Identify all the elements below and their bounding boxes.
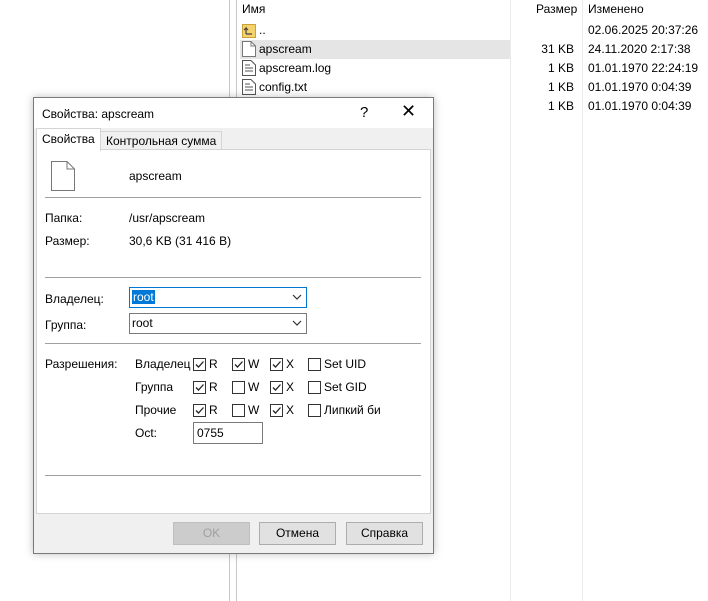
list-item-apscream-meta: 31 KB 24.11.2020 2:17:38 — [240, 40, 708, 59]
file-modified: 24.11.2020 2:17:38 — [588, 42, 691, 56]
chevron-down-icon — [292, 291, 302, 301]
perm-row-label: Прочие — [135, 403, 177, 417]
file-name-label: apscream — [129, 169, 182, 183]
cancel-button[interactable]: Отмена — [259, 522, 336, 545]
file-size: 1 KB — [547, 80, 574, 94]
file-icon — [51, 161, 75, 194]
divider — [45, 343, 421, 344]
permissions-label: Разрешения: — [45, 357, 118, 371]
file-modified: 02.06.2025 20:37:26 — [588, 23, 699, 37]
owner-label: Владелец: — [45, 292, 104, 306]
owner-value: root — [132, 290, 155, 304]
perm-x-label: X — [286, 380, 295, 394]
folder-value: /usr/apscream — [129, 211, 206, 225]
perm-r-label: R — [209, 357, 218, 371]
perm-special-label: Set UID — [324, 357, 367, 371]
dialog-title: Свойства: apscream — [42, 107, 155, 121]
help-button[interactable]: Справка — [346, 522, 423, 545]
column-header-size[interactable]: Размер — [536, 2, 577, 16]
perm-special-checkbox[interactable] — [308, 404, 321, 417]
perm-special-label: Липкий би — [324, 403, 381, 417]
properties-panel: apscream Папка: /usr/apscream Размер: 30… — [36, 149, 431, 514]
perm-x-label: X — [286, 403, 295, 417]
log-file-icon — [242, 60, 256, 76]
perm-w-label: W — [248, 357, 260, 371]
help-icon[interactable]: ? — [360, 104, 368, 121]
owner-select[interactable]: root — [129, 287, 307, 308]
file-modified: 01.01.1970 0:04:39 — [588, 80, 692, 94]
octal-input[interactable]: 0755 — [193, 422, 263, 444]
close-icon[interactable]: ✕ — [401, 101, 416, 122]
divider — [45, 475, 421, 476]
tab-checksum[interactable]: Контрольная сумма — [100, 131, 223, 151]
perm-x-label: X — [286, 357, 295, 371]
size-value: 30,6 KB (31 416 B) — [129, 234, 232, 248]
perm-w-label: W — [248, 380, 260, 394]
file-modified: 01.01.1970 0:04:39 — [588, 99, 692, 113]
ok-button[interactable]: OK — [173, 522, 250, 545]
properties-dialog: Свойства: apscream ? ✕ Свойства Контроль… — [33, 97, 434, 554]
divider — [45, 277, 421, 278]
octal-value: 0755 — [197, 426, 224, 440]
dialog-titlebar[interactable]: Свойства: apscream ? ✕ — [34, 98, 433, 128]
file-name: config.txt — [259, 80, 308, 94]
file-size: 31 KB — [541, 42, 574, 56]
perm-w-checkbox[interactable] — [232, 381, 245, 394]
size-label: Размер: — [45, 234, 90, 248]
file-size: 1 KB — [547, 61, 574, 75]
perm-r-label: R — [209, 380, 218, 394]
column-header-name[interactable]: Имя — [242, 2, 265, 16]
chevron-down-icon — [292, 317, 302, 327]
perm-w-checkbox[interactable] — [232, 404, 245, 417]
file-name: apscream.log — [259, 61, 332, 75]
list-item-apscream-log[interactable]: apscream.log 1 KB 01.01.1970 22:24:19 — [240, 59, 708, 78]
list-item-config-txt[interactable]: config.txt 1 KB 01.01.1970 0:04:39 — [240, 78, 708, 97]
divider — [45, 197, 421, 198]
file-size: 1 KB — [547, 99, 574, 113]
perm-x-checkbox[interactable] — [270, 358, 283, 371]
perm-x-checkbox[interactable] — [270, 381, 283, 394]
perm-special-checkbox[interactable] — [308, 358, 321, 371]
perm-r-checkbox[interactable] — [193, 404, 206, 417]
file-name: .. — [259, 23, 266, 37]
perm-row-label: Группа — [135, 380, 174, 394]
text-file-icon — [242, 79, 256, 95]
group-value: root — [132, 316, 153, 330]
perm-w-label: W — [248, 403, 260, 417]
octal-label: Oct: — [135, 426, 158, 440]
tab-strip: Свойства Контрольная сумма — [34, 128, 433, 151]
perm-special-checkbox[interactable] — [308, 381, 321, 394]
group-select[interactable]: root — [129, 313, 307, 334]
perm-r-label: R — [209, 403, 218, 417]
perm-r-checkbox[interactable] — [193, 358, 206, 371]
parent-folder-icon — [242, 22, 256, 38]
perm-special-label: Set GID — [324, 380, 367, 394]
folder-label: Папка: — [45, 211, 83, 225]
column-header-modified[interactable]: Изменено — [588, 2, 644, 16]
list-item-parent[interactable]: .. 02.06.2025 20:37:26 — [240, 21, 708, 40]
file-modified: 01.01.1970 22:24:19 — [588, 61, 699, 75]
perm-row-label: Владелец — [135, 357, 191, 371]
perm-w-checkbox[interactable] — [232, 358, 245, 371]
perm-x-checkbox[interactable] — [270, 404, 283, 417]
perm-r-checkbox[interactable] — [193, 381, 206, 394]
group-label: Группа: — [45, 318, 87, 332]
tab-properties[interactable]: Свойства — [36, 128, 101, 151]
